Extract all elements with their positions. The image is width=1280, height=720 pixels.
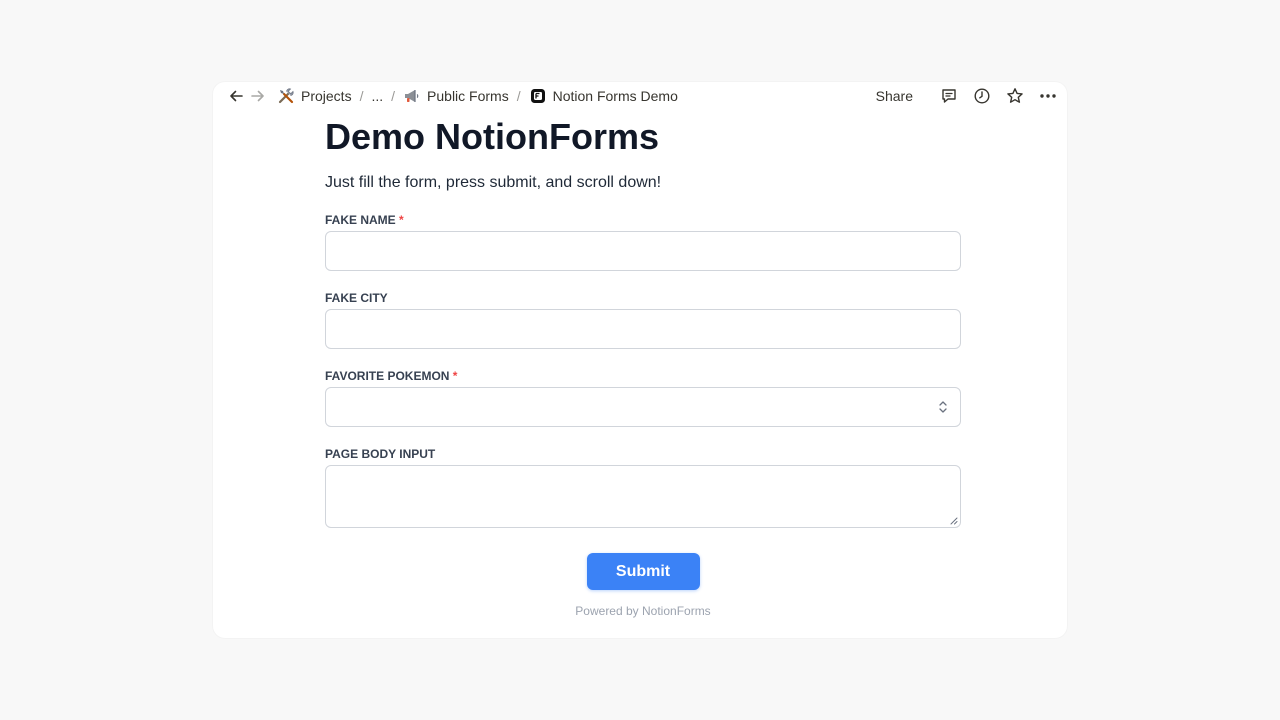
submit-container: Submit <box>325 553 961 590</box>
breadcrumb-item-projects[interactable]: Projects <box>275 87 354 105</box>
breadcrumb-label: Notion Forms Demo <box>552 88 678 104</box>
favorite-pokemon-select[interactable] <box>325 387 961 427</box>
breadcrumb-item-ellipsis[interactable]: ... <box>369 88 385 104</box>
form-description: Just fill the form, press submit, and sc… <box>325 174 662 191</box>
breadcrumb: Projects / ... / Public Forms / Notion F… <box>225 85 680 107</box>
page-actions: Share <box>876 85 1059 107</box>
history-icon[interactable] <box>971 85 993 107</box>
notion-page-window: Projects / ... / Public Forms / Notion F… <box>213 82 1067 638</box>
back-arrow-icon[interactable] <box>225 85 247 107</box>
field-fake-name: FAKE NAME * <box>325 213 961 271</box>
form-content: Demo NotionForms Just fill the form, pre… <box>325 116 961 618</box>
breadcrumb-label: ... <box>371 88 384 104</box>
breadcrumb-label: Projects <box>301 88 352 104</box>
tools-icon <box>277 87 295 105</box>
page-title: Demo NotionForms <box>325 116 660 157</box>
notion-logo-icon <box>529 87 547 105</box>
select-chevrons-icon <box>939 401 947 413</box>
fake-city-input[interactable] <box>325 309 961 349</box>
required-marker: * <box>452 369 458 383</box>
field-label-text: PAGE BODY INPUT <box>325 447 436 461</box>
star-icon[interactable] <box>1004 85 1026 107</box>
breadcrumb-separator: / <box>516 88 521 104</box>
field-label-text: FAKE CITY <box>325 291 388 305</box>
breadcrumb-separator: / <box>391 88 396 104</box>
field-label: FAVORITE POKEMON * <box>325 369 961 383</box>
megaphone-icon <box>403 87 421 105</box>
page-topbar: Projects / ... / Public Forms / Notion F… <box>213 82 1067 110</box>
field-label: PAGE BODY INPUT <box>325 447 961 461</box>
field-label-text: FAKE NAME <box>325 213 396 227</box>
more-icon[interactable] <box>1037 85 1059 107</box>
resize-handle-icon[interactable] <box>950 517 958 525</box>
field-fake-city: FAKE CITY <box>325 291 961 349</box>
field-page-body-input: PAGE BODY INPUT <box>325 447 961 528</box>
powered-by-link[interactable]: Powered by NotionForms <box>325 604 961 618</box>
share-button[interactable]: Share <box>876 88 913 104</box>
submit-button[interactable]: Submit <box>586 553 700 590</box>
breadcrumb-item-public-forms[interactable]: Public Forms <box>401 87 511 105</box>
forward-arrow-icon[interactable] <box>247 85 269 107</box>
breadcrumb-item-notion-forms-demo[interactable]: Notion Forms Demo <box>527 87 680 105</box>
field-label-text: FAVORITE POKEMON <box>325 369 450 383</box>
field-label: FAKE CITY <box>325 291 961 305</box>
field-favorite-pokemon: FAVORITE POKEMON * <box>325 369 961 427</box>
required-marker: * <box>399 213 404 227</box>
breadcrumb-label: Public Forms <box>427 88 509 104</box>
breadcrumb-separator: / <box>359 88 364 104</box>
page-body-textarea[interactable] <box>325 465 961 528</box>
field-label: FAKE NAME * <box>325 213 961 227</box>
comment-icon[interactable] <box>938 85 960 107</box>
fake-name-input[interactable] <box>325 231 961 271</box>
